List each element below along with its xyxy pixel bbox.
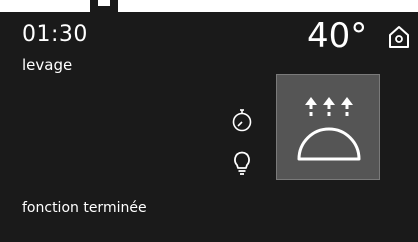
tab-indicator-mark xyxy=(98,0,110,6)
home-icon[interactable] xyxy=(386,24,412,50)
rising-dough-icon xyxy=(297,97,361,161)
temperature-display[interactable]: 40° xyxy=(307,16,367,56)
function-name: levage xyxy=(22,56,73,74)
light-bulb-icon[interactable] xyxy=(232,150,252,176)
top-tab-indicator xyxy=(90,0,118,12)
rising-function-tile[interactable] xyxy=(276,74,380,180)
stopwatch-icon[interactable] xyxy=(230,108,254,132)
duration-display[interactable]: 01:30 xyxy=(22,22,88,47)
status-message: fonction terminée xyxy=(22,200,147,216)
oven-display: 01:30 levage 40° fonction terminée xyxy=(0,12,418,242)
